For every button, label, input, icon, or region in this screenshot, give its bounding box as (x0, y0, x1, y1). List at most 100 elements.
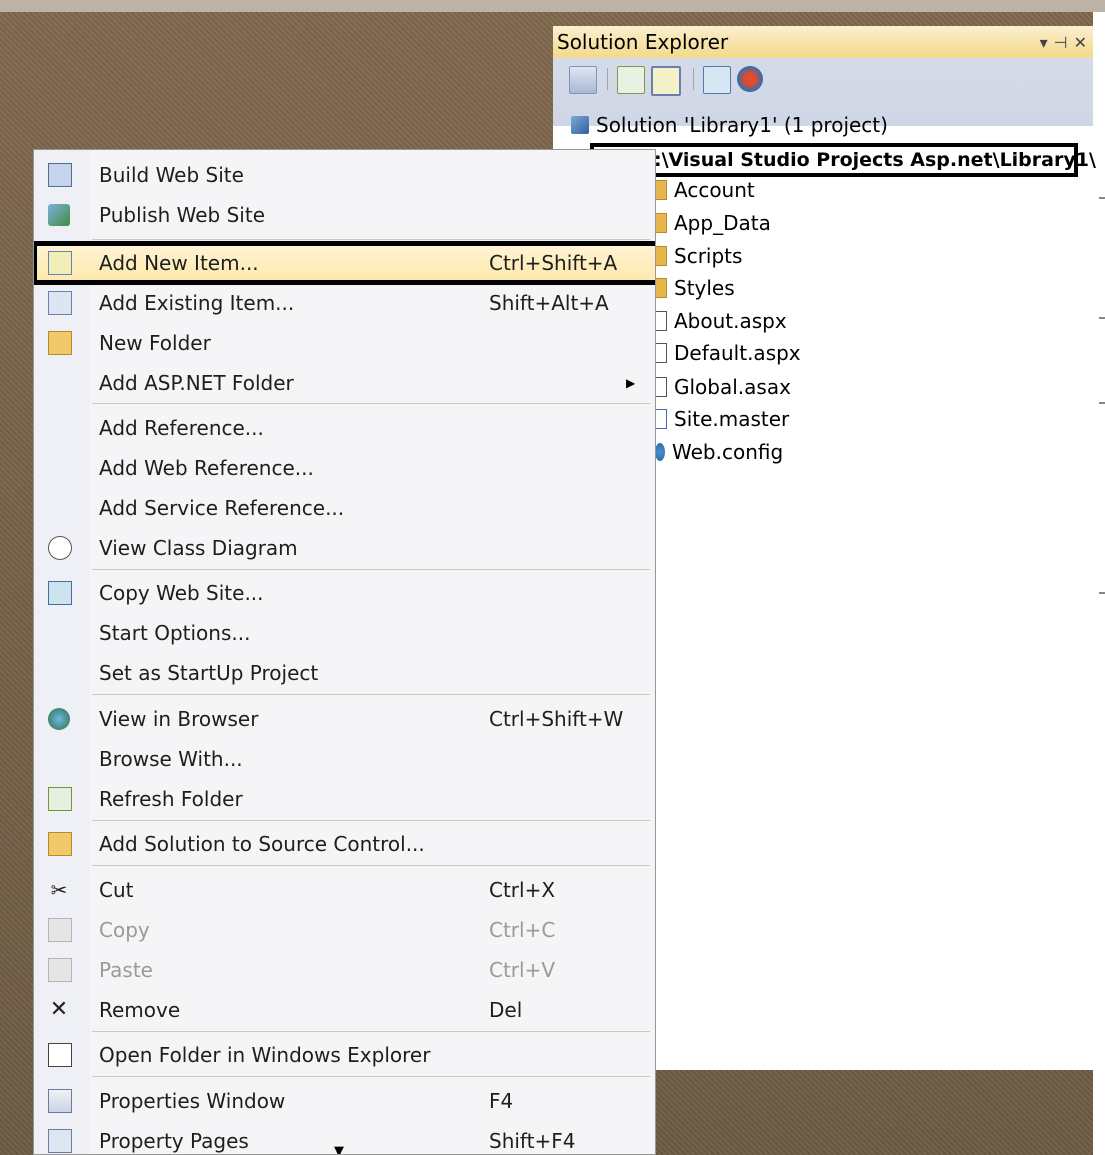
menu-item-view-in-browser[interactable]: View in Browser Ctrl+Shift+W (34, 699, 655, 739)
menu-item-start-options[interactable]: Start Options... (34, 613, 655, 653)
folder-icon (655, 213, 667, 233)
pin-icon[interactable]: ⊣ (1054, 33, 1068, 52)
menu-item-shortcut: Ctrl+X (489, 878, 556, 902)
menu-item-label: Properties Window (99, 1089, 286, 1113)
solution-icon (571, 116, 589, 134)
menu-item-label: Copy (99, 918, 150, 942)
asax-file-icon (655, 377, 667, 397)
top-strip (0, 0, 1105, 12)
menu-item-label: Add Solution to Source Control... (99, 832, 425, 856)
tree-item-label: About.aspx (674, 309, 787, 333)
menu-item-copy[interactable]: Copy Ctrl+C (34, 910, 655, 950)
edge-tick (1099, 317, 1105, 319)
menu-item-open-folder-in-windows-explorer[interactable]: Open Folder in Windows Explorer (34, 1035, 655, 1075)
menu-item-add-solution-to-source-control[interactable]: Add Solution to Source Control... (34, 824, 655, 864)
menu-item-label: Remove (99, 998, 181, 1022)
menu-item-refresh-folder[interactable]: Refresh Folder (34, 779, 655, 819)
menu-separator (92, 239, 650, 240)
menu-item-build-web-site[interactable]: Build Web Site (34, 155, 655, 195)
edge-tick (1099, 402, 1105, 404)
properties-toolbar-icon[interactable] (569, 66, 597, 94)
menu-item-label: Start Options... (99, 621, 251, 645)
menu-item-add-aspnet-folder[interactable]: Add ASP.NET Folder ▶ (34, 363, 655, 403)
folder-icon (655, 246, 667, 266)
tree-item-site-master[interactable]: Site.master (655, 407, 789, 431)
menu-item-label: Add ASP.NET Folder (99, 371, 294, 395)
menu-item-shortcut: Ctrl+Shift+W (489, 707, 624, 731)
aspx-file-icon (655, 343, 667, 363)
show-all-files-icon[interactable] (651, 66, 681, 96)
tree-item-scripts[interactable]: Scripts (655, 244, 742, 268)
submenu-arrow-icon: ▶ (626, 376, 636, 390)
menu-separator (92, 1031, 650, 1032)
new-folder-icon (48, 331, 72, 355)
class-diagram-icon (48, 536, 72, 560)
tree-item-global-asax[interactable]: Global.asax (655, 375, 791, 399)
asp-config-icon[interactable] (737, 66, 763, 92)
publish-icon (48, 204, 70, 226)
menu-item-shortcut: Del (489, 998, 523, 1022)
source-control-icon (48, 832, 72, 856)
menu-item-add-web-reference[interactable]: Add Web Reference... (34, 448, 655, 488)
menu-item-remove[interactable]: ✕ Remove Del (34, 990, 655, 1030)
menu-item-new-folder[interactable]: New Folder (34, 323, 655, 363)
menu-item-add-existing-item[interactable]: Add Existing Item... Shift+Alt+A (34, 283, 655, 323)
config-file-icon (655, 443, 665, 461)
menu-item-publish-web-site[interactable]: Publish Web Site (34, 195, 655, 235)
menu-item-shortcut: Shift+F4 (489, 1129, 576, 1153)
menu-item-cut[interactable]: ✂ Cut Ctrl+X (34, 870, 655, 910)
menu-item-label: Property Pages (99, 1129, 249, 1153)
menu-item-paste[interactable]: Paste Ctrl+V (34, 950, 655, 990)
menu-item-properties-window[interactable]: Properties Window F4 (34, 1081, 655, 1121)
menu-item-label: New Folder (99, 331, 211, 355)
scroll-down-arrow-icon[interactable]: ▼ (334, 1144, 344, 1154)
refresh-toolbar-icon[interactable] (617, 66, 645, 94)
tree-item-app-data[interactable]: App_Data (655, 211, 771, 235)
menu-item-shortcut: Ctrl+C (489, 918, 556, 942)
tree-item-web-config[interactable]: Web.config (655, 440, 783, 464)
cut-icon: ✂ (50, 878, 68, 902)
menu-item-view-class-diagram[interactable]: View Class Diagram (34, 528, 655, 568)
build-icon (48, 163, 72, 187)
solution-node[interactable]: Solution 'Library1' (1 project) (571, 113, 888, 137)
tree-item-label: Account (674, 178, 755, 202)
refresh-icon (48, 787, 72, 811)
menu-item-label: Add Reference... (99, 416, 264, 440)
menu-item-shortcut: F4 (489, 1089, 514, 1113)
view-in-browser-icon (48, 708, 70, 730)
menu-item-set-startup-project[interactable]: Set as StartUp Project (34, 653, 655, 693)
properties-icon (48, 1089, 72, 1113)
folder-icon (655, 278, 667, 298)
edge-tick (1099, 592, 1105, 594)
menu-separator (92, 820, 650, 821)
menu-separator (92, 694, 650, 695)
menu-item-label: Publish Web Site (99, 203, 266, 227)
menu-item-label: Open Folder in Windows Explorer (99, 1043, 431, 1067)
master-file-icon (655, 409, 667, 429)
open-folder-icon (48, 1043, 72, 1067)
menu-item-copy-web-site[interactable]: Copy Web Site... (34, 573, 655, 613)
aspx-file-icon (655, 311, 667, 331)
menu-item-label: Add Web Reference... (99, 456, 314, 480)
menu-separator (92, 569, 650, 570)
add-existing-item-icon (48, 291, 72, 315)
close-icon[interactable]: ✕ (1074, 33, 1087, 52)
tree-item-styles[interactable]: Styles (655, 276, 735, 300)
menu-item-property-pages[interactable]: Property Pages Shift+F4 (34, 1121, 655, 1154)
tree-item-default-aspx[interactable]: Default.aspx (655, 341, 801, 365)
menu-item-add-reference[interactable]: Add Reference... (34, 408, 655, 448)
menu-item-add-service-reference[interactable]: Add Service Reference... (34, 488, 655, 528)
menu-item-label: Cut (99, 878, 134, 902)
menu-item-browse-with[interactable]: Browse With... (34, 739, 655, 779)
paste-icon (48, 958, 72, 982)
copy-web-site-toolbar-icon[interactable] (703, 66, 731, 94)
project-node[interactable]: :\Visual Studio Projects Asp.net\Library… (590, 143, 1096, 177)
menu-item-shortcut: Shift+Alt+A (489, 291, 609, 315)
menu-item-add-new-item[interactable]: Add New Item... Ctrl+Shift+A (34, 243, 655, 283)
tree-item-about-aspx[interactable]: About.aspx (655, 309, 787, 333)
copy-icon (48, 918, 72, 942)
tree-item-account[interactable]: Account (655, 178, 755, 202)
tree-item-label: Default.aspx (674, 341, 801, 365)
menu-item-label: Set as StartUp Project (99, 661, 319, 685)
dropdown-icon[interactable]: ▾ (1040, 33, 1048, 52)
